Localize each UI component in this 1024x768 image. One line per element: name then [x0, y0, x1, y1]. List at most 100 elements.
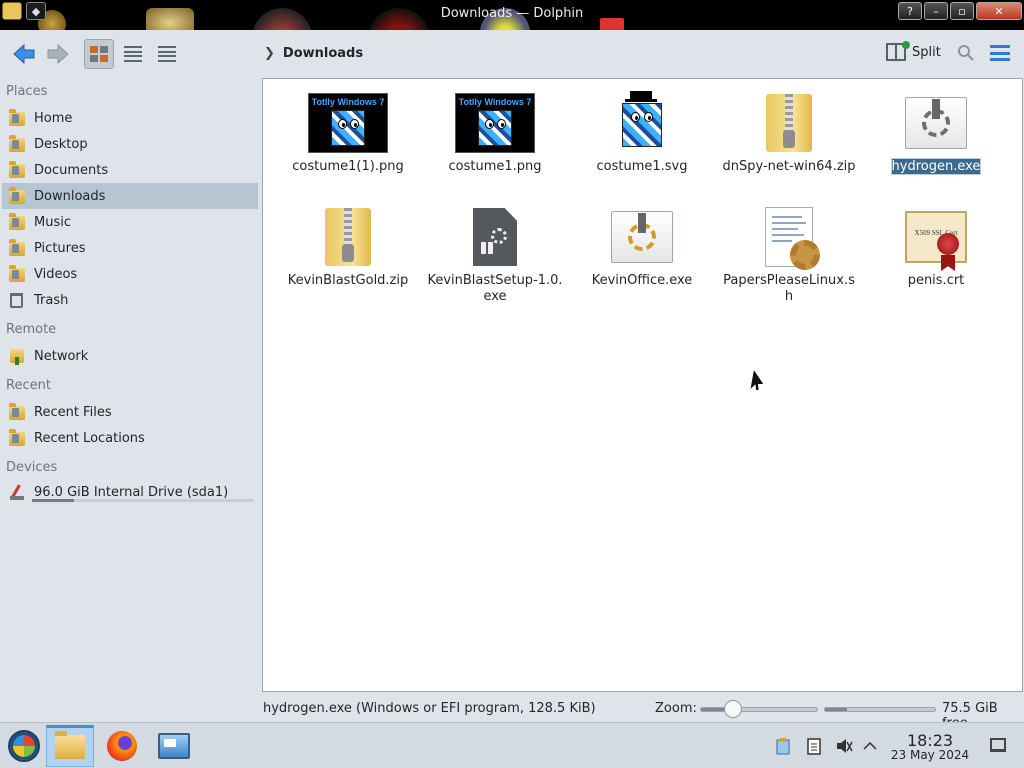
- taskbar: 18:23 23 May 2024: [0, 722, 1024, 768]
- sidebar-item-home[interactable]: Home: [2, 105, 258, 131]
- sidebar-item-downloads[interactable]: Downloads: [2, 183, 258, 209]
- search-button[interactable]: [957, 44, 975, 67]
- file-item[interactable]: Totlly Windows 7 costume1.png: [422, 89, 568, 175]
- file-item[interactable]: KevinBlastSetup-1.0.exe: [422, 203, 568, 305]
- videos-folder-icon: [8, 265, 26, 283]
- show-desktop-button[interactable]: [990, 738, 1006, 752]
- zip-archive-icon: [325, 208, 371, 266]
- sidebar-item-label: Trash: [34, 292, 69, 308]
- breadcrumb[interactable]: ❯ Downloads: [264, 46, 363, 61]
- sidebar-item-recent-files[interactable]: Recent Files: [2, 399, 258, 425]
- file-view[interactable]: Totlly Windows 7 costume1(1).png Totlly …: [262, 78, 1023, 692]
- close-button[interactable]: ✕: [976, 2, 1022, 20]
- taskbar-firefox[interactable]: [98, 725, 146, 767]
- chevron-right-icon[interactable]: ❯: [264, 46, 275, 61]
- network-folder-icon: [8, 347, 26, 365]
- help-button[interactable]: ?: [898, 2, 922, 20]
- sidebar-item-label: Pictures: [34, 240, 86, 256]
- maximize-button[interactable]: ▫: [950, 2, 974, 20]
- section-places: Places: [6, 84, 48, 99]
- zip-archive-icon: [766, 94, 812, 152]
- music-folder-icon: [8, 213, 26, 231]
- minimize-button[interactable]: –: [924, 2, 948, 20]
- details-view-icon: [158, 46, 176, 62]
- sidebar-item-pictures[interactable]: Pictures: [2, 235, 258, 261]
- sidebar-item-documents[interactable]: Documents: [2, 157, 258, 183]
- file-name: costume1.png: [448, 159, 542, 174]
- system-settings-icon: [158, 733, 190, 759]
- zoom-slider[interactable]: [700, 700, 818, 718]
- sidebar-item-recent-locations[interactable]: Recent Locations: [2, 425, 258, 451]
- search-icon: [958, 45, 974, 61]
- sidebar-item-videos[interactable]: Videos: [2, 261, 258, 287]
- file-item[interactable]: KevinOffice.exe: [569, 203, 715, 289]
- file-item[interactable]: costume1.svg: [569, 89, 715, 175]
- sidebar-item-label: Music: [34, 214, 71, 230]
- section-recent: Recent: [6, 378, 51, 393]
- taskbar-system-settings[interactable]: [150, 725, 198, 767]
- clock-date[interactable]: 23 May 2024: [882, 748, 978, 762]
- file-name: costume1(1).png: [292, 159, 404, 174]
- free-space-fill: [825, 708, 847, 711]
- executable-icon: [905, 97, 967, 149]
- sidebar-item-trash[interactable]: Trash: [2, 287, 258, 313]
- toolbar: ❯ Downloads Split: [0, 30, 1024, 78]
- details-view-button[interactable]: [152, 39, 182, 69]
- drive-icon: [8, 483, 26, 501]
- sidebar-item-label: Desktop: [34, 136, 88, 152]
- window-title: Downloads — Dolphin: [440, 6, 584, 21]
- shell-script-icon: [765, 207, 820, 270]
- split-label: Split: [912, 44, 941, 60]
- file-name: KevinBlastSetup-1.0.exe: [427, 273, 563, 304]
- zoom-slider-handle[interactable]: [724, 700, 743, 718]
- firefox-icon: [107, 731, 137, 761]
- sidebar-item-label: Recent Files: [34, 404, 112, 420]
- file-item[interactable]: PapersPleaseLinux.sh: [716, 203, 862, 305]
- icons-view-button[interactable]: [84, 39, 114, 69]
- sidebar-item-label: Home: [34, 110, 73, 126]
- breadcrumb-downloads[interactable]: Downloads: [283, 46, 363, 61]
- forward-button[interactable]: [44, 38, 72, 70]
- certificate-icon: X509 SSL Cert: [905, 211, 967, 271]
- file-item-selected[interactable]: hydrogen.exe: [863, 89, 1009, 175]
- file-item[interactable]: KevinBlastGold.zip: [275, 203, 421, 289]
- executable-file-icon: [473, 208, 517, 266]
- split-view-icon: [886, 41, 910, 61]
- file-item[interactable]: Totlly Windows 7 costume1(1).png: [275, 89, 421, 175]
- documents-folder-icon: [8, 161, 26, 179]
- free-space-bar: [824, 707, 936, 712]
- folder-icon: [55, 731, 85, 759]
- clipboard-icon[interactable]: [775, 737, 791, 755]
- sidebar-item-network[interactable]: Network: [2, 343, 258, 369]
- drive-usage-bar: [32, 499, 254, 502]
- split-button[interactable]: Split: [886, 41, 941, 61]
- file-item[interactable]: X509 SSL Cert penis.crt: [863, 203, 1009, 289]
- file-name: penis.crt: [907, 273, 965, 288]
- image-thumbnail: Totlly Windows 7: [308, 93, 388, 153]
- notes-icon[interactable]: [806, 737, 822, 755]
- back-button[interactable]: [10, 38, 38, 70]
- hamburger-menu-button[interactable]: [990, 45, 1010, 61]
- sidebar-item-label: Network: [34, 348, 89, 364]
- sidebar-item-music[interactable]: Music: [2, 209, 258, 235]
- trash-icon: [8, 291, 26, 309]
- compact-view-button[interactable]: [118, 39, 148, 69]
- file-item[interactable]: dnSpy-net-win64.zip: [716, 89, 862, 175]
- sidebar-item-desktop[interactable]: Desktop: [2, 131, 258, 157]
- sidebar-item-label: Documents: [34, 162, 109, 178]
- file-name: hydrogen.exe: [890, 158, 982, 175]
- section-devices: Devices: [6, 460, 58, 475]
- icons-view-icon: [90, 46, 108, 62]
- status-text: hydrogen.exe (Windows or EFI program, 12…: [263, 701, 596, 716]
- menu-icon: [990, 45, 1010, 48]
- desktop-folder-icon: [8, 135, 26, 153]
- expand-tray-icon[interactable]: [862, 737, 878, 755]
- start-menu-button[interactable]: [0, 725, 48, 767]
- file-name: dnSpy-net-win64.zip: [722, 159, 856, 174]
- forward-arrow-icon: [47, 43, 69, 65]
- home-folder-icon: [8, 109, 26, 127]
- downloads-folder-icon: [8, 187, 26, 205]
- file-name: PapersPleaseLinux.sh: [723, 273, 855, 304]
- taskbar-file-manager[interactable]: [46, 725, 94, 767]
- volume-muted-icon[interactable]: [835, 737, 853, 755]
